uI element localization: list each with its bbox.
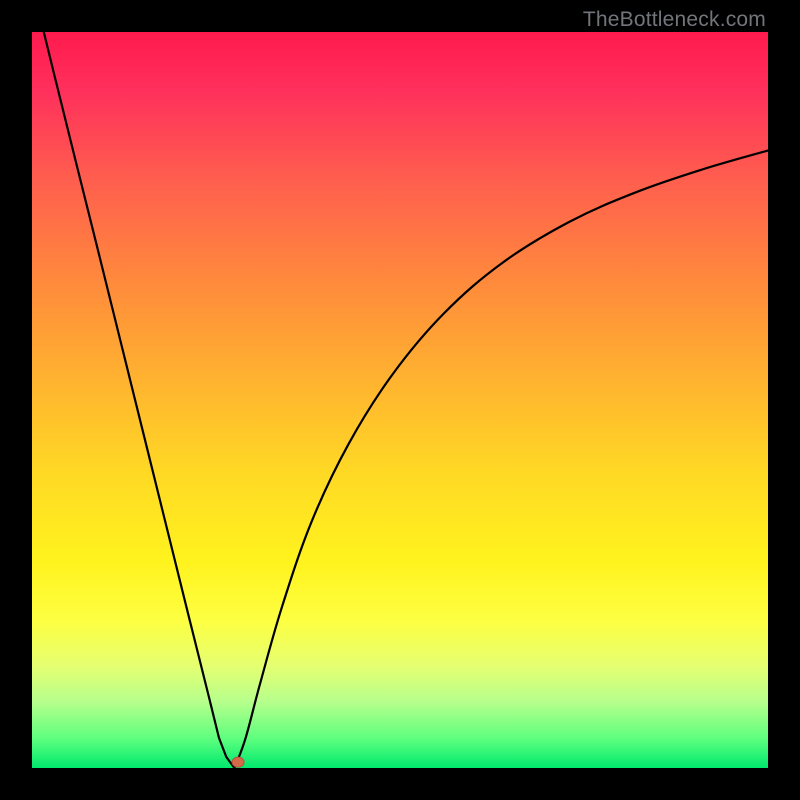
watermark-text: TheBottleneck.com <box>583 8 766 32</box>
minimum-marker <box>232 757 244 767</box>
curve-right-arm <box>234 150 768 768</box>
chart-frame: TheBottleneck.com <box>0 0 800 800</box>
plot-area <box>32 32 768 768</box>
curve-layer <box>32 32 768 768</box>
curve-left-arm <box>44 32 235 768</box>
